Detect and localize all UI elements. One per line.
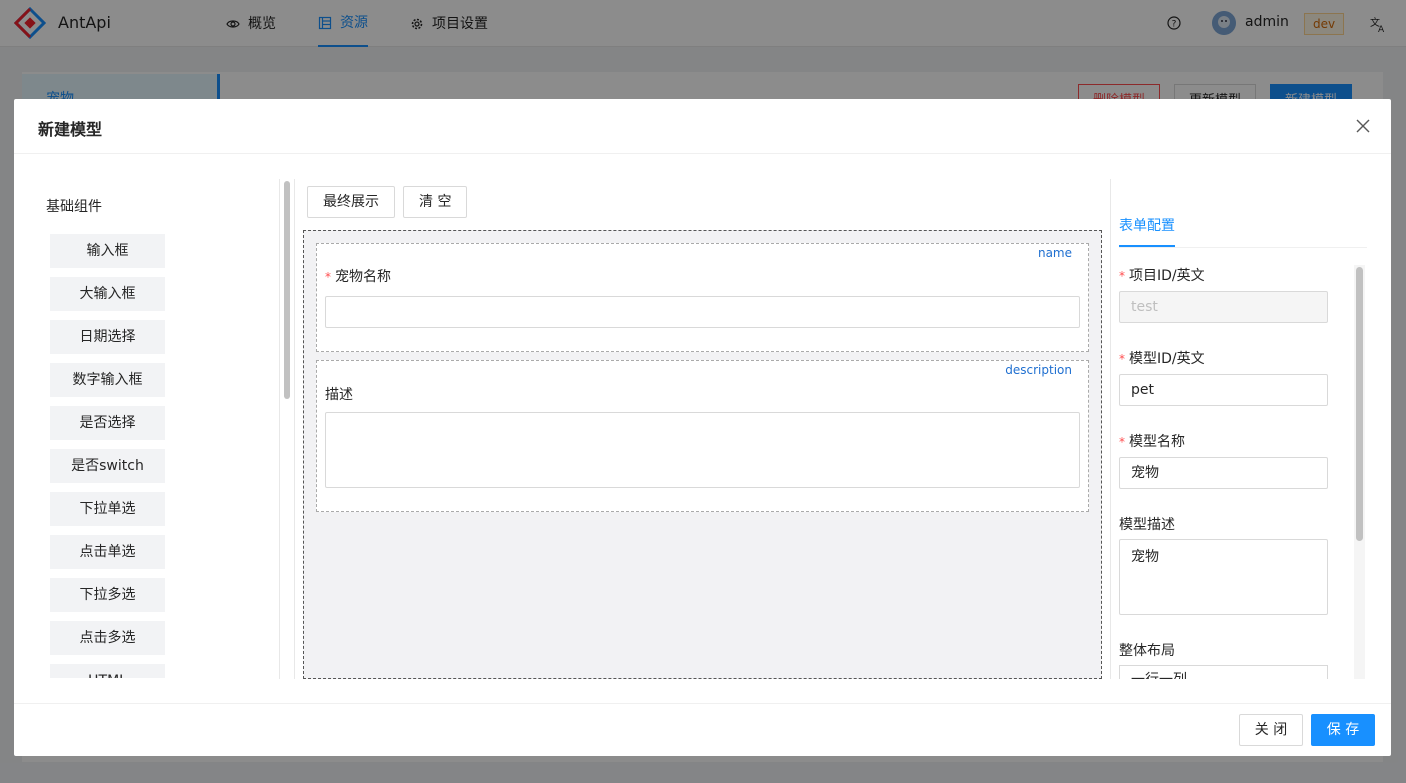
preview-button[interactable]: 最终展示 <box>307 186 395 218</box>
modal-header: 新建模型 <box>14 99 1391 154</box>
component-palette: 基础组件 输入框 大输入框 日期选择 数字输入框 是否选择 是否switch 下… <box>14 154 279 678</box>
palette-divider <box>279 179 280 679</box>
field-label: 描述 <box>325 387 353 403</box>
project-id-input: test <box>1119 291 1328 323</box>
field-label: * 宠物名称 <box>325 266 391 286</box>
field-key: description <box>1005 363 1072 377</box>
palette-title: 基础组件 <box>46 199 102 215</box>
model-name-label-text: 模型名称 <box>1129 434 1185 450</box>
save-button[interactable]: 保 存 <box>1311 714 1375 746</box>
modal-footer: 关 闭 保 存 <box>14 703 1391 756</box>
component-input[interactable]: 输入框 <box>50 234 165 268</box>
model-id-label: * 模型ID/英文 <box>1119 348 1205 368</box>
required-mark-icon: * <box>1119 269 1125 283</box>
field-textarea[interactable] <box>325 412 1080 488</box>
field-key: name <box>1037 246 1072 260</box>
component-switch[interactable]: 是否switch <box>50 449 165 483</box>
required-mark-icon: * <box>1119 435 1125 449</box>
component-textarea[interactable]: 大输入框 <box>50 277 165 311</box>
required-mark-icon: * <box>325 270 331 284</box>
form-canvas[interactable]: name * 宠物名称 description 描述 <box>303 230 1102 679</box>
component-number-input[interactable]: 数字输入框 <box>50 363 165 397</box>
component-date-picker[interactable]: 日期选择 <box>50 320 165 354</box>
model-id-label-text: 模型ID/英文 <box>1129 351 1205 367</box>
component-select-multiple[interactable]: 下拉多选 <box>50 578 165 612</box>
new-model-modal: 新建模型 基础组件 输入框 大输入框 日期选择 数字输入框 是否选择 是否swi… <box>14 99 1391 756</box>
form-field-description[interactable]: description 描述 <box>316 360 1089 512</box>
model-description-label: 模型描述 <box>1119 517 1175 533</box>
tab-bar-line <box>1119 247 1367 248</box>
component-yes-no[interactable]: 是否选择 <box>50 406 165 440</box>
project-id-label-text: 项目ID/英文 <box>1129 268 1205 284</box>
model-id-input[interactable]: pet <box>1119 374 1328 406</box>
component-radio[interactable]: 点击单选 <box>50 535 165 569</box>
layout-label: 整体布局 <box>1119 643 1175 659</box>
component-html[interactable]: HTML <box>50 664 165 678</box>
model-name-label: * 模型名称 <box>1119 431 1185 451</box>
modal-title: 新建模型 <box>38 120 103 139</box>
config-scrollbar[interactable] <box>1356 267 1363 541</box>
config-divider <box>1110 179 1111 679</box>
layout-select[interactable]: 一行一列 <box>1119 665 1328 679</box>
project-id-label: * 项目ID/英文 <box>1119 265 1205 285</box>
model-name-input[interactable]: 宠物 <box>1119 457 1328 489</box>
model-description-textarea[interactable]: 宠物 <box>1119 539 1328 615</box>
field-label-text: 宠物名称 <box>335 269 391 285</box>
component-select-single[interactable]: 下拉单选 <box>50 492 165 526</box>
close-icon[interactable] <box>1355 118 1371 134</box>
tab-form-config[interactable]: 表单配置 <box>1119 215 1175 247</box>
layout-select-value: 一行一列 <box>1131 669 1187 679</box>
required-mark-icon: * <box>1119 352 1125 366</box>
close-button[interactable]: 关 闭 <box>1239 714 1303 746</box>
palette-scrollbar[interactable] <box>284 181 290 399</box>
field-input[interactable] <box>325 296 1080 328</box>
canvas-divider <box>294 179 295 679</box>
component-checkbox[interactable]: 点击多选 <box>50 621 165 655</box>
form-field-name[interactable]: name * 宠物名称 <box>316 243 1089 352</box>
clear-button[interactable]: 清 空 <box>403 186 468 218</box>
